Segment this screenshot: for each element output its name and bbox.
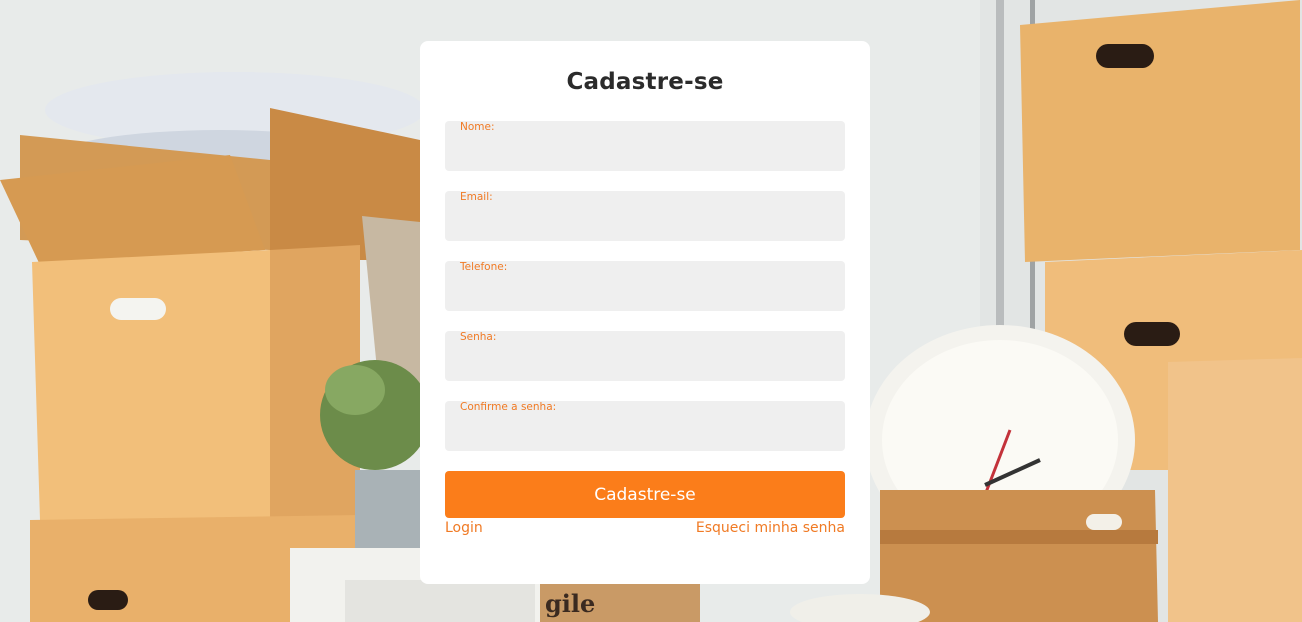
confirm-password-input[interactable] bbox=[460, 419, 830, 445]
email-input[interactable] bbox=[460, 209, 830, 235]
box-print-text: gile bbox=[545, 589, 595, 618]
phone-input[interactable] bbox=[460, 279, 830, 305]
email-field[interactable]: Email: bbox=[445, 191, 845, 241]
page-title: Cadastre-se bbox=[566, 69, 724, 95]
email-label: Email: bbox=[460, 191, 493, 203]
phone-field[interactable]: Telefone: bbox=[445, 261, 845, 311]
password-label: Senha: bbox=[460, 331, 497, 343]
signup-card: Cadastre-se Nome: Email: Telefone: Senha… bbox=[420, 41, 870, 584]
password-field[interactable]: Senha: bbox=[445, 331, 845, 381]
password-input[interactable] bbox=[460, 349, 830, 375]
form-links: Login Esqueci minha senha bbox=[445, 520, 845, 536]
login-link[interactable]: Login bbox=[445, 520, 483, 536]
name-input[interactable] bbox=[460, 139, 830, 165]
forgot-password-link[interactable]: Esqueci minha senha bbox=[696, 520, 845, 536]
name-field[interactable]: Nome: bbox=[445, 121, 845, 171]
signup-fields: Nome: Email: Telefone: Senha: Confirme a… bbox=[445, 121, 845, 451]
confirm-password-label: Confirme a senha: bbox=[460, 401, 557, 413]
confirm-password-field[interactable]: Confirme a senha: bbox=[445, 401, 845, 451]
signup-button[interactable]: Cadastre-se bbox=[445, 471, 845, 518]
phone-label: Telefone: bbox=[460, 261, 508, 273]
name-label: Nome: bbox=[460, 121, 495, 133]
